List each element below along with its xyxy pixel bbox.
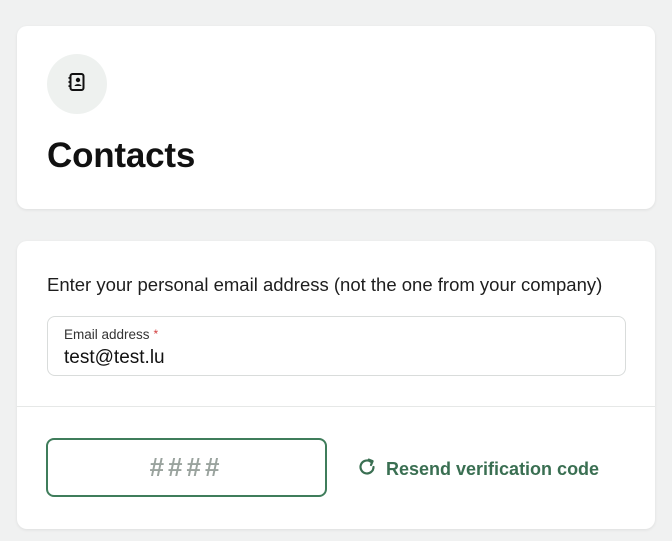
email-label-text: Email address — [64, 327, 150, 342]
page: Contacts Enter your personal email addre… — [0, 0, 672, 541]
section-divider — [17, 406, 655, 407]
resend-verification-button[interactable]: Resend verification code — [356, 456, 599, 483]
resend-verification-label: Resend verification code — [386, 459, 600, 479]
page-title: Contacts — [47, 136, 196, 175]
verification-code-input[interactable]: #### — [46, 438, 327, 497]
email-field-label: Email address * — [64, 327, 158, 342]
contacts-header-card: Contacts — [17, 26, 655, 209]
email-instruction-text: Enter your personal email address (not t… — [47, 274, 603, 295]
contacts-icon-badge — [47, 54, 107, 114]
email-input[interactable] — [64, 347, 604, 369]
email-field[interactable]: Email address * — [47, 316, 626, 376]
required-marker: * — [153, 327, 159, 341]
refresh-icon — [356, 456, 378, 483]
contacts-book-icon — [67, 72, 87, 97]
email-verification-card: Enter your personal email address (not t… — [17, 241, 655, 529]
verification-code-placeholder: #### — [149, 452, 224, 482]
